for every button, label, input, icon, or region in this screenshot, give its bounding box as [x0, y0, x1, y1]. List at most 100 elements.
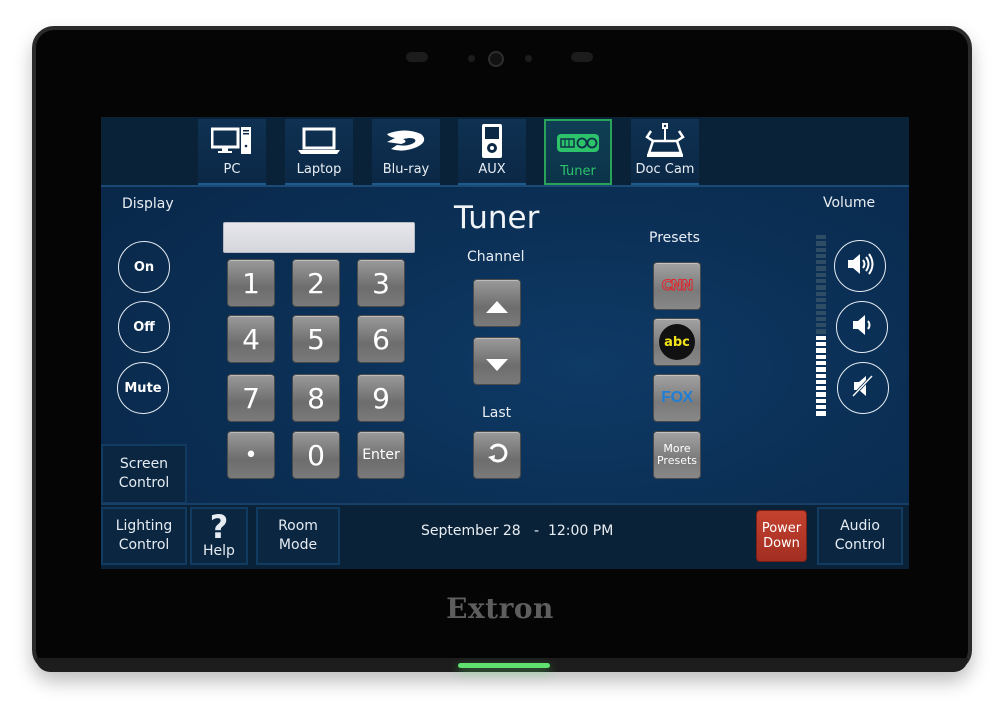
volume-segment — [816, 241, 826, 246]
volume-segment — [816, 367, 826, 372]
presets-label: Presets — [649, 230, 700, 246]
keypad-key-1[interactable]: 1 — [227, 259, 275, 307]
power-down-label-line1: Power — [761, 521, 802, 536]
touch-screen: PC Laptop Blu-ray AUX Tuner Doc Cam Disp… — [101, 117, 909, 569]
source-tab-aux[interactable]: AUX — [458, 119, 526, 185]
display-mute-button[interactable]: Mute — [117, 362, 169, 414]
keypad-key-0[interactable]: 0 — [292, 431, 340, 479]
keypad-enter-button[interactable]: Enter — [357, 431, 405, 479]
volume-segment — [816, 335, 826, 341]
screen-control-label-line1: Screen — [119, 456, 169, 472]
source-tab-tuner[interactable]: Tuner — [544, 119, 612, 185]
volume-level-meter[interactable] — [816, 235, 826, 416]
keypad-key-8[interactable]: 8 — [292, 374, 340, 422]
volume-segment — [816, 304, 826, 309]
screen-control-button[interactable]: Screen Control — [101, 444, 187, 504]
room-mode-button[interactable]: Room Mode — [256, 507, 340, 565]
volume-segment — [816, 373, 826, 378]
date-time-separator: - — [520, 523, 548, 539]
brand-logo: Extron — [446, 592, 554, 625]
keypad-key-3[interactable]: 3 — [357, 259, 405, 307]
volume-segment — [816, 386, 826, 391]
last-channel-button[interactable] — [473, 431, 521, 479]
channel-down-button[interactable] — [473, 337, 521, 385]
speaker-loud-icon — [846, 252, 874, 280]
keypad-key-5[interactable]: 5 — [292, 315, 340, 363]
volume-segment — [816, 398, 826, 404]
volume-segment — [816, 310, 826, 315]
refresh-icon — [485, 439, 509, 472]
fox-logo-icon: FOX — [661, 389, 693, 406]
volume-segment — [816, 253, 826, 259]
keypad-key-9[interactable]: 9 — [357, 374, 405, 422]
volume-segment — [816, 329, 826, 334]
keypad-key-dot[interactable]: • — [227, 431, 275, 479]
audio-control-button[interactable]: Audio Control — [817, 507, 903, 565]
volume-segment — [816, 405, 826, 410]
triangle-up-icon — [486, 287, 508, 320]
aux-player-icon — [458, 124, 526, 158]
volume-up-button[interactable] — [834, 240, 886, 292]
source-tab-doc-cam[interactable]: Doc Cam — [631, 119, 699, 185]
channel-up-button[interactable] — [473, 279, 521, 327]
volume-segment — [816, 360, 826, 366]
volume-segment — [816, 342, 826, 347]
speaker-low-icon — [851, 313, 873, 341]
source-tab-bluray[interactable]: Blu-ray — [372, 119, 440, 185]
volume-segment — [816, 411, 826, 416]
date-text: September 28 — [421, 523, 521, 539]
preset-fox-button[interactable]: FOX — [653, 374, 701, 422]
source-tab-pc[interactable]: PC — [198, 119, 266, 185]
light-sensor-right — [571, 52, 593, 62]
room-mode-label-line1: Room — [278, 518, 318, 534]
bluray-icon — [372, 125, 440, 157]
laptop-icon — [285, 125, 353, 157]
keypad-key-7[interactable]: 7 — [227, 374, 275, 422]
volume-mute-button[interactable] — [837, 362, 889, 414]
volume-segment — [816, 235, 826, 240]
last-channel-label: Last — [482, 405, 512, 421]
keypad-key-4[interactable]: 4 — [227, 315, 275, 363]
volume-segment — [816, 348, 826, 353]
keypad-key-2[interactable]: 2 — [292, 259, 340, 307]
date-time-display: September 28 - 12:00 PM — [421, 523, 613, 539]
more-presets-button[interactable]: More Presets — [653, 431, 701, 479]
preset-abc-button[interactable]: abc — [653, 318, 701, 366]
display-off-button[interactable]: Off — [118, 301, 170, 353]
volume-segment — [816, 279, 826, 284]
sensor-dot-left — [468, 55, 475, 62]
camera-lens — [488, 51, 504, 67]
volume-down-button[interactable] — [836, 301, 888, 353]
room-mode-label-line2: Mode — [278, 537, 318, 553]
source-tab-label: Blu-ray — [382, 162, 430, 177]
power-down-button[interactable]: Power Down — [756, 510, 807, 562]
help-button[interactable]: ? Help — [190, 507, 248, 565]
keypad-key-6[interactable]: 6 — [357, 315, 405, 363]
channel-label: Channel — [467, 249, 525, 265]
preset-cnn-button[interactable]: CNN — [653, 262, 701, 310]
volume-segment — [816, 297, 826, 303]
abc-logo-icon: abc — [659, 324, 695, 360]
display-on-button[interactable]: On — [118, 241, 170, 293]
status-led — [458, 663, 550, 668]
volume-segment — [816, 260, 826, 265]
source-tab-label: Tuner — [560, 164, 596, 179]
channel-entry-field[interactable] — [223, 222, 415, 253]
screen-control-label-line2: Control — [118, 475, 170, 491]
volume-segment — [816, 392, 826, 397]
source-tab-label: AUX — [478, 162, 506, 177]
document-camera-icon — [631, 123, 699, 157]
sensor-dot-right — [525, 55, 532, 62]
volume-segment — [816, 316, 826, 322]
source-tab-laptop[interactable]: Laptop — [285, 119, 353, 185]
source-tab-label: PC — [223, 162, 241, 177]
audio-control-label-line2: Control — [834, 537, 886, 553]
source-tab-label: Doc Cam — [635, 162, 695, 177]
volume-segment — [816, 285, 826, 290]
lighting-control-button[interactable]: Lighting Control — [101, 507, 187, 565]
help-label: Help — [203, 542, 235, 559]
volume-segment — [816, 323, 826, 328]
more-presets-label-line2: Presets — [656, 454, 698, 467]
pc-icon — [198, 125, 266, 157]
source-tab-label: Laptop — [296, 162, 342, 177]
